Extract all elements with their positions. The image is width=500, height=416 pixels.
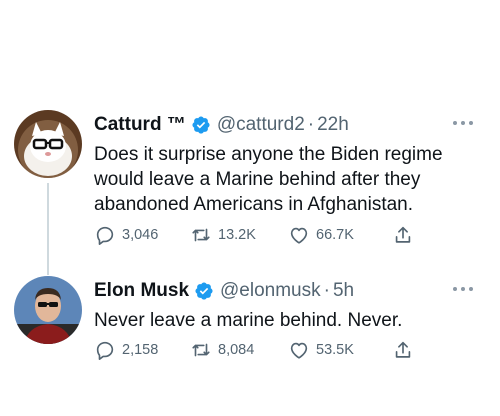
tweet-thread: Catturd ™ @catturd2 · 22h Does it surpri…: [0, 0, 500, 416]
like-button[interactable]: 66.7K: [288, 224, 392, 246]
retweet-icon: [192, 343, 210, 357]
tweet-actions: 3,046 13.2K 66.7K: [94, 224, 414, 246]
reply-count: 3,046: [122, 227, 159, 243]
reply-count: 2,158: [122, 342, 159, 358]
like-count: 53.5K: [316, 342, 354, 358]
like-button[interactable]: 53.5K: [288, 339, 392, 361]
thread-connector-line: [47, 183, 49, 275]
share-button[interactable]: [392, 224, 414, 246]
share-button[interactable]: [392, 339, 414, 361]
like-count: 66.7K: [316, 227, 354, 243]
reply-icon: [96, 226, 114, 245]
retweet-button[interactable]: 8,084: [190, 339, 288, 361]
reply-icon: [96, 341, 114, 360]
retweet-button[interactable]: 13.2K: [190, 224, 288, 246]
tweet-text: Does it surprise anyone the Biden regime…: [94, 144, 443, 215]
reply-button[interactable]: 3,046: [94, 224, 190, 246]
timestamp[interactable]: 5h: [333, 280, 354, 302]
separator-dot: ·: [323, 280, 330, 301]
separator-dot: ·: [307, 114, 315, 135]
retweet-icon: [192, 228, 210, 242]
display-name[interactable]: Elon Musk: [94, 280, 189, 302]
like-icon: [290, 227, 308, 244]
tweet-header: Elon Musk @elonmusk · 5h: [94, 280, 354, 302]
reply-button[interactable]: 2,158: [94, 339, 190, 361]
timestamp[interactable]: 22h: [317, 114, 349, 136]
user-handle[interactable]: @elonmusk: [220, 280, 321, 302]
tweet-actions: 2,158 8,084 53.5K: [94, 339, 414, 361]
avatar-elonmusk[interactable]: [14, 276, 82, 344]
avatar-catturd[interactable]: [14, 110, 82, 178]
verified-badge-icon: [195, 282, 213, 300]
tweet-text: Never leave a marine behind. Never.: [94, 310, 403, 331]
retweet-count: 8,084: [218, 342, 255, 358]
tweet-header: Catturd ™ @catturd2 · 22h: [94, 114, 349, 136]
user-handle[interactable]: @catturd2: [217, 114, 305, 136]
share-icon: [395, 226, 411, 243]
share-icon: [395, 341, 411, 358]
retweet-count: 13.2K: [218, 227, 256, 243]
verified-badge-icon: [192, 116, 210, 134]
more-options-icon[interactable]: [452, 120, 474, 126]
more-options-icon[interactable]: [452, 286, 474, 292]
like-icon: [290, 342, 308, 359]
display-name[interactable]: Catturd ™: [94, 114, 186, 136]
